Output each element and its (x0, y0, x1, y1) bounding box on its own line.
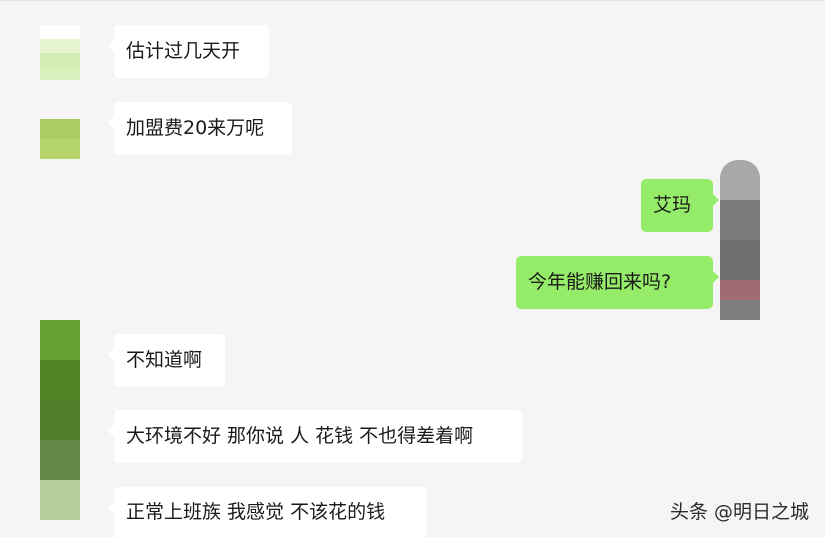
message-text: 艾玛 (653, 194, 692, 216)
avatar-tile (40, 25, 80, 39)
message-text: 不知道啊 (126, 349, 203, 371)
message-bubble[interactable]: 加盟费20来万呢 (108, 102, 292, 155)
avatar-tile (720, 200, 760, 240)
avatar-tile (40, 139, 80, 159)
message-bubble[interactable]: 大环境不好 那你说 人 花钱 不也得差着啊 (108, 410, 522, 463)
avatar-tile (40, 119, 80, 139)
watermark: 头条 @明日之城 (669, 501, 809, 523)
avatar-tile (40, 480, 80, 520)
message-bubble[interactable]: 不知道啊 (108, 334, 225, 387)
avatar-tile (720, 160, 760, 200)
message-bubble[interactable]: 正常上班族 我感觉 不该花的钱 (108, 487, 427, 537)
avatar[interactable] (720, 160, 760, 320)
top-divider (0, 0, 825, 1)
message-text: 估计过几天开 (126, 40, 241, 62)
message-bubble[interactable]: 艾玛 (641, 179, 719, 232)
avatar[interactable] (40, 25, 80, 80)
avatar-tile (40, 400, 80, 440)
avatar-tile (40, 39, 80, 53)
avatar-tile (40, 67, 80, 80)
avatar-tile (720, 300, 760, 320)
avatar-tile (40, 440, 80, 480)
message-bubble[interactable]: 估计过几天开 (108, 25, 269, 78)
avatar[interactable] (40, 119, 80, 159)
avatar-tile (720, 240, 760, 280)
message-text: 大环境不好 那你说 人 花钱 不也得差着啊 (126, 425, 474, 447)
avatar-tile (40, 53, 80, 67)
message-text: 今年能赚回来吗? (528, 271, 672, 293)
message-text: 加盟费20来万呢 (126, 117, 265, 139)
message-bubble[interactable]: 今年能赚回来吗? (516, 256, 719, 309)
avatar-tile (40, 360, 80, 400)
avatar[interactable] (40, 320, 80, 520)
message-text: 正常上班族 我感觉 不该花的钱 (126, 500, 386, 523)
avatar-tile (720, 280, 760, 300)
chat-window: 估计过几天开 加盟费20来万呢 艾玛 今年能赚回来吗? 不知道啊 大环境不好 那… (0, 0, 825, 537)
avatar-tile (40, 320, 80, 360)
